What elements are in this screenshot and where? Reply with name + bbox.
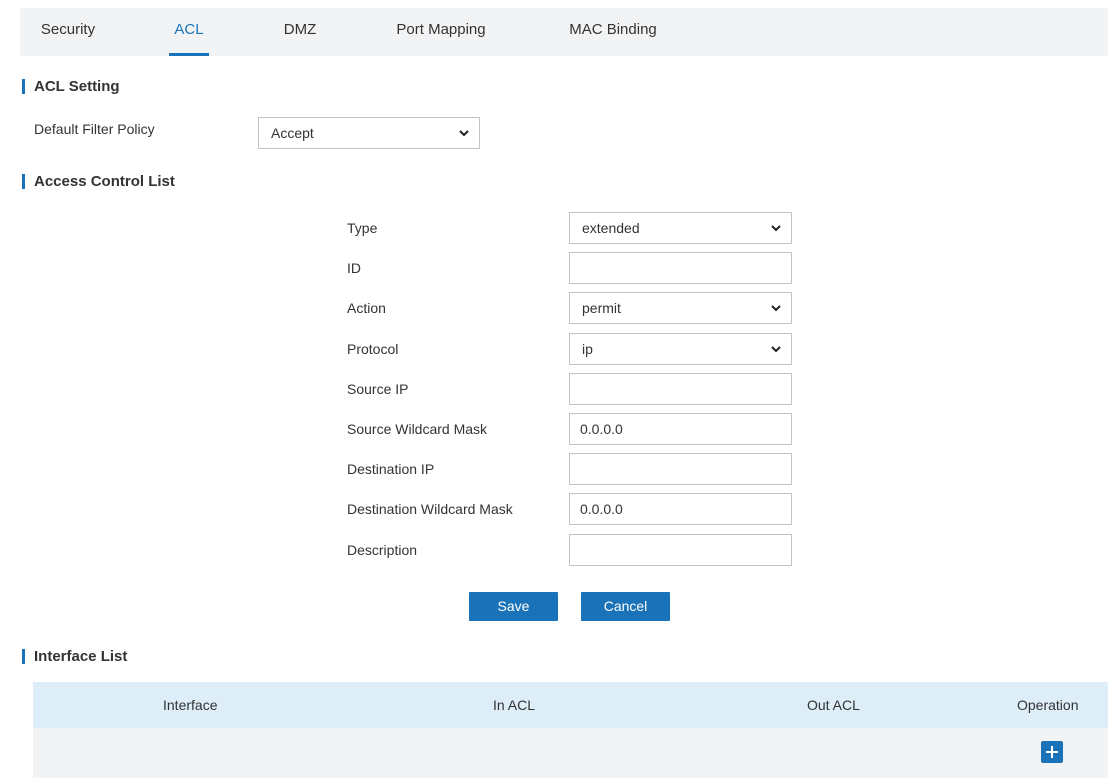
description-input[interactable] <box>569 534 792 566</box>
source-ip-label: Source IP <box>347 381 409 397</box>
id-input[interactable] <box>569 252 792 284</box>
id-label: ID <box>347 260 361 276</box>
type-select[interactable]: extended <box>569 212 792 244</box>
source-wildcard-mask-input[interactable] <box>569 413 792 445</box>
chevron-down-icon <box>457 118 471 148</box>
interface-table-row <box>33 728 1108 778</box>
destination-wildcard-mask-label: Destination Wildcard Mask <box>347 501 513 517</box>
tab-mac-binding[interactable]: MAC Binding <box>565 8 661 56</box>
source-ip-input[interactable] <box>569 373 792 405</box>
tab-port-mapping[interactable]: Port Mapping <box>393 8 489 56</box>
action-select[interactable]: permit <box>569 292 792 324</box>
interface-table-header: Interface In ACL Out ACL Operation <box>33 682 1108 728</box>
save-button[interactable]: Save <box>469 592 558 621</box>
plus-icon[interactable] <box>1041 741 1063 763</box>
destination-ip-label: Destination IP <box>347 461 435 477</box>
column-in-acl: In ACL <box>493 697 536 713</box>
protocol-value: ip <box>582 341 593 357</box>
description-label: Description <box>347 542 418 558</box>
tab-dmz[interactable]: DMZ <box>282 8 318 56</box>
chevron-down-icon <box>769 213 783 243</box>
action-value: permit <box>582 300 621 316</box>
protocol-label: Protocol <box>347 341 399 357</box>
column-operation: Operation <box>1017 697 1079 713</box>
column-interface: Interface <box>163 697 218 713</box>
default-filter-policy-select[interactable]: Accept <box>258 117 480 149</box>
protocol-select[interactable]: ip <box>569 333 792 365</box>
column-out-acl: Out ACL <box>807 697 860 713</box>
access-control-list-heading: Access Control List <box>22 174 175 189</box>
default-filter-policy-value: Accept <box>271 125 314 141</box>
chevron-down-icon <box>769 334 783 364</box>
action-label: Action <box>347 300 386 316</box>
acl-setting-heading: ACL Setting <box>22 79 120 94</box>
tab-bar: Security ACL DMZ Port Mapping MAC Bindin… <box>20 8 1108 56</box>
tab-acl[interactable]: ACL <box>169 8 209 56</box>
tab-security[interactable]: Security <box>38 8 98 56</box>
type-value: extended <box>582 220 640 236</box>
default-filter-policy-label: Default Filter Policy <box>34 121 155 137</box>
type-label: Type <box>347 220 378 236</box>
destination-ip-input[interactable] <box>569 453 792 485</box>
chevron-down-icon <box>769 293 783 323</box>
destination-wildcard-mask-input[interactable] <box>569 493 792 525</box>
source-wildcard-mask-label: Source Wildcard Mask <box>347 421 488 437</box>
interface-list-heading: Interface List <box>22 649 127 664</box>
cancel-button[interactable]: Cancel <box>581 592 670 621</box>
